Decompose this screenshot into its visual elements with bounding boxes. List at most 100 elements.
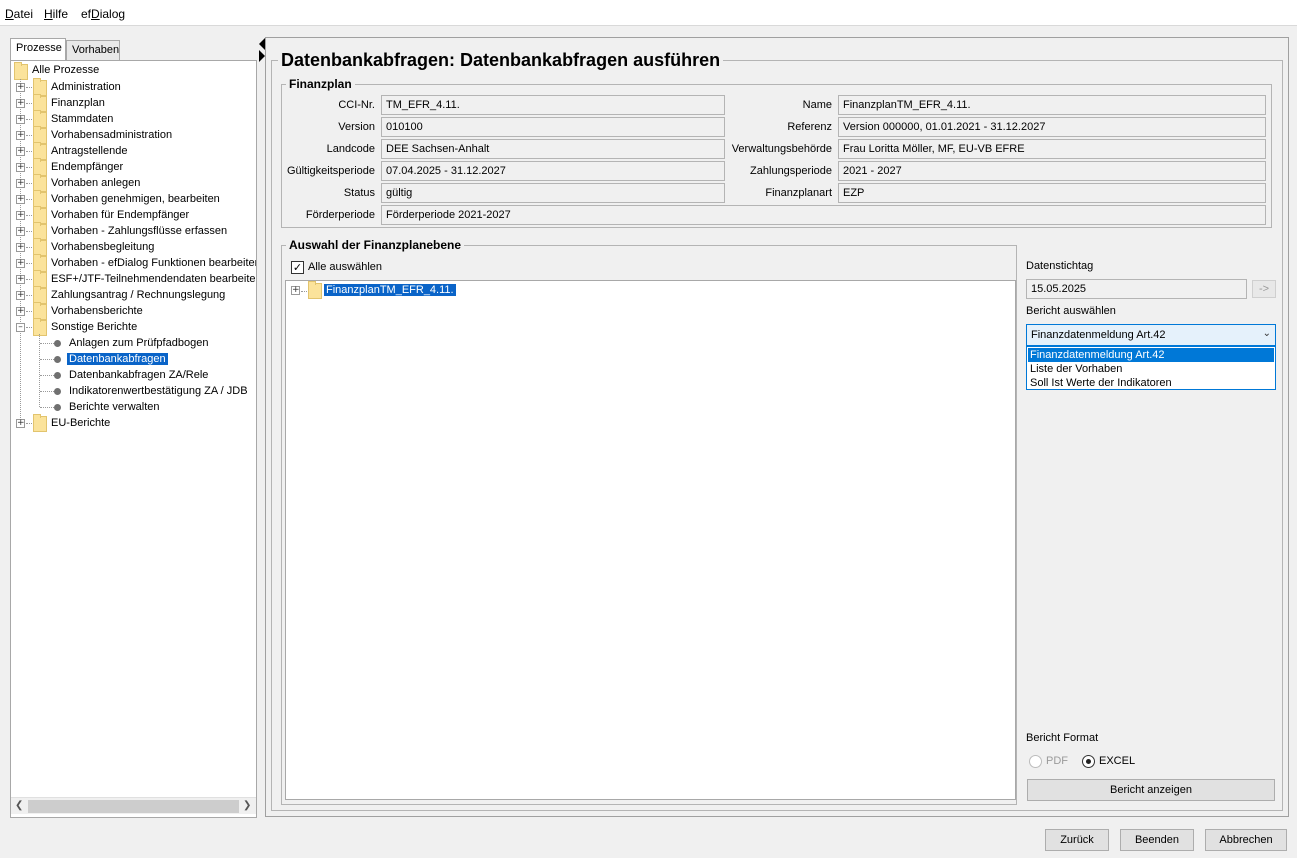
expand-icon[interactable]: + (16, 243, 25, 252)
expand-icon[interactable]: + (16, 275, 25, 284)
expand-icon[interactable]: + (16, 259, 25, 268)
tree-subitem-label[interactable]: Berichte verwalten (69, 401, 160, 413)
expand-icon[interactable]: + (16, 227, 25, 236)
menu-efdialog[interactable]: efDialog (81, 7, 125, 21)
menu-datei[interactable]: Datei (5, 7, 33, 21)
tab-vorhaben[interactable]: Vorhaben (66, 40, 120, 60)
format-pdf-label: PDF (1046, 755, 1068, 767)
tree-connector (26, 119, 32, 120)
bericht-select[interactable]: Finanzdatenmeldung Art.42 ⌄ (1026, 324, 1276, 346)
field-label: Finanzplanart (765, 187, 832, 199)
expand-icon[interactable]: + (16, 115, 25, 124)
expand-icon[interactable]: + (16, 147, 25, 156)
tree-connector (26, 311, 32, 312)
expand-icon[interactable]: + (16, 163, 25, 172)
tree-subitem-label[interactable]: Anlagen zum Prüfpfadbogen (69, 337, 208, 349)
bericht-anzeigen-button[interactable]: Bericht anzeigen (1027, 779, 1275, 801)
bericht-dropdown-list: Finanzdatenmeldung Art.42 Liste der Vorh… (1026, 346, 1276, 390)
menu-hilfe[interactable]: Hilfe (44, 7, 68, 21)
expand-icon[interactable]: + (16, 291, 25, 300)
tree-item[interactable]: Zahlungsantrag / Rechnungslegung (51, 287, 225, 303)
dropdown-option[interactable]: Liste der Vorhaben (1028, 362, 1274, 376)
format-excel-radio[interactable] (1082, 755, 1095, 768)
tree-connector (26, 151, 32, 152)
tree-item[interactable]: Vorhabensberichte (51, 303, 143, 319)
tree-connector (26, 199, 32, 200)
field-label: Zahlungsperiode (750, 165, 832, 177)
field-label: Name (802, 99, 832, 111)
tree-subitem[interactable]: Indikatorenwertbestätigung ZA / JDB (69, 383, 248, 399)
leaf-bullet-icon (54, 356, 61, 363)
expand-icon[interactable]: + (16, 211, 25, 220)
tree-subitem[interactable]: Datenbankabfragen ZA/Rele (69, 367, 208, 383)
tree-subitem[interactable]: Anlagen zum Prüfpfadbogen (69, 335, 208, 351)
expand-icon[interactable]: + (16, 179, 25, 188)
scroll-thumb[interactable] (28, 800, 239, 813)
scroll-left-icon[interactable]: ❮ (15, 800, 23, 811)
tree-item[interactable]: Vorhabensbegleitung (51, 239, 154, 255)
tree-horizontal-scrollbar[interactable]: ❮ ❯ (11, 797, 256, 814)
tab-prozesse[interactable]: Prozesse (10, 38, 66, 60)
tree-connector (26, 247, 32, 248)
expand-icon[interactable]: + (16, 307, 25, 316)
cancel-button[interactable]: Abbrechen (1205, 829, 1287, 851)
tree-item-eu-berichte[interactable]: EU-Berichte (51, 415, 110, 431)
expand-icon[interactable]: + (291, 286, 300, 295)
tree-item[interactable]: Sonstige Berichte (51, 319, 137, 335)
finanzplan-tree[interactable]: + FinanzplanTM_EFR_4.11. (285, 280, 1016, 800)
field-label: Gültigkeitsperiode (286, 165, 375, 177)
leaf-bullet-icon (54, 372, 61, 379)
leaf-bullet-icon (54, 388, 61, 395)
tree-subitem-label[interactable]: Indikatorenwertbestätigung ZA / JDB (69, 385, 248, 397)
tree-item[interactable]: Antragstellende (51, 143, 127, 159)
chevron-down-icon[interactable]: ⌄ (1263, 328, 1271, 339)
tree-item[interactable]: Vorhaben - Zahlungsflüsse erfassen (51, 223, 227, 239)
tree-connector (26, 279, 32, 280)
tree-item[interactable]: Vorhaben für Endempfänger (51, 207, 189, 223)
dropdown-option[interactable]: Finanzdatenmeldung Art.42 (1028, 348, 1274, 362)
expand-icon[interactable]: + (16, 131, 25, 140)
expand-icon[interactable]: + (16, 419, 25, 428)
datenstichtag-field[interactable]: 15.05.2025 (1026, 279, 1247, 299)
tree-subitem-label[interactable]: Datenbankabfragen ZA/Rele (69, 369, 208, 381)
tree-connector (301, 291, 307, 292)
bericht-select-value: Finanzdatenmeldung Art.42 (1031, 329, 1166, 341)
finish-button[interactable]: Beenden (1120, 829, 1194, 851)
tree-item[interactable]: ESF+/JTF-Teilnehmendendaten bearbeiten (51, 271, 256, 287)
format-excel-label: EXCEL (1099, 755, 1136, 767)
back-button[interactable]: Zurück (1045, 829, 1109, 851)
tree-item[interactable]: Endempfänger (51, 159, 123, 175)
tree-item[interactable]: Finanzplan (51, 95, 105, 111)
datenstichtag-apply-button[interactable]: -> (1252, 280, 1276, 298)
finanzplan-tree-item[interactable]: FinanzplanTM_EFR_4.11. (324, 282, 456, 298)
expand-icon[interactable]: + (16, 195, 25, 204)
tree-connector (26, 183, 32, 184)
tree-item[interactable]: Vorhaben - efDialog Funktionen bearbeite… (51, 255, 256, 271)
folder-icon (33, 318, 47, 336)
field-label: Version (338, 121, 375, 133)
expand-icon[interactable]: + (16, 99, 25, 108)
tree-connector (26, 295, 32, 296)
tree-connector (40, 391, 54, 392)
tree-subitem[interactable]: Berichte verwalten (69, 399, 160, 415)
tree-root[interactable]: Alle Prozesse (32, 62, 99, 78)
dropdown-option[interactable]: Soll Ist Werte der Indikatoren (1028, 376, 1274, 390)
tree-item[interactable]: Vorhaben genehmigen, bearbeiten (51, 191, 220, 207)
folder-icon (308, 281, 322, 299)
format-pdf-radio[interactable] (1029, 755, 1042, 768)
bericht-label: Bericht auswählen (1026, 305, 1116, 317)
tree-item[interactable]: Administration (51, 79, 121, 95)
expand-icon[interactable]: + (16, 83, 25, 92)
tree-item[interactable]: Stammdaten (51, 111, 113, 127)
tree-item[interactable]: Vorhabensadministration (51, 127, 172, 143)
tree-connector (26, 423, 32, 424)
select-all-checkbox[interactable]: ✓ (291, 261, 304, 274)
finanzplan-tree-item-label[interactable]: FinanzplanTM_EFR_4.11. (324, 284, 456, 296)
collapse-icon[interactable]: – (16, 323, 25, 332)
auswahl-title: Auswahl der Finanzplanebene (286, 238, 465, 252)
tree-item[interactable]: Vorhaben anlegen (51, 175, 140, 191)
tree-subitem[interactable]: Datenbankabfragen (67, 351, 168, 367)
scroll-right-icon[interactable]: ❯ (243, 800, 251, 811)
field-value: 2021 - 2027 (838, 161, 1266, 181)
tree-subitem-label[interactable]: Datenbankabfragen (67, 353, 168, 365)
